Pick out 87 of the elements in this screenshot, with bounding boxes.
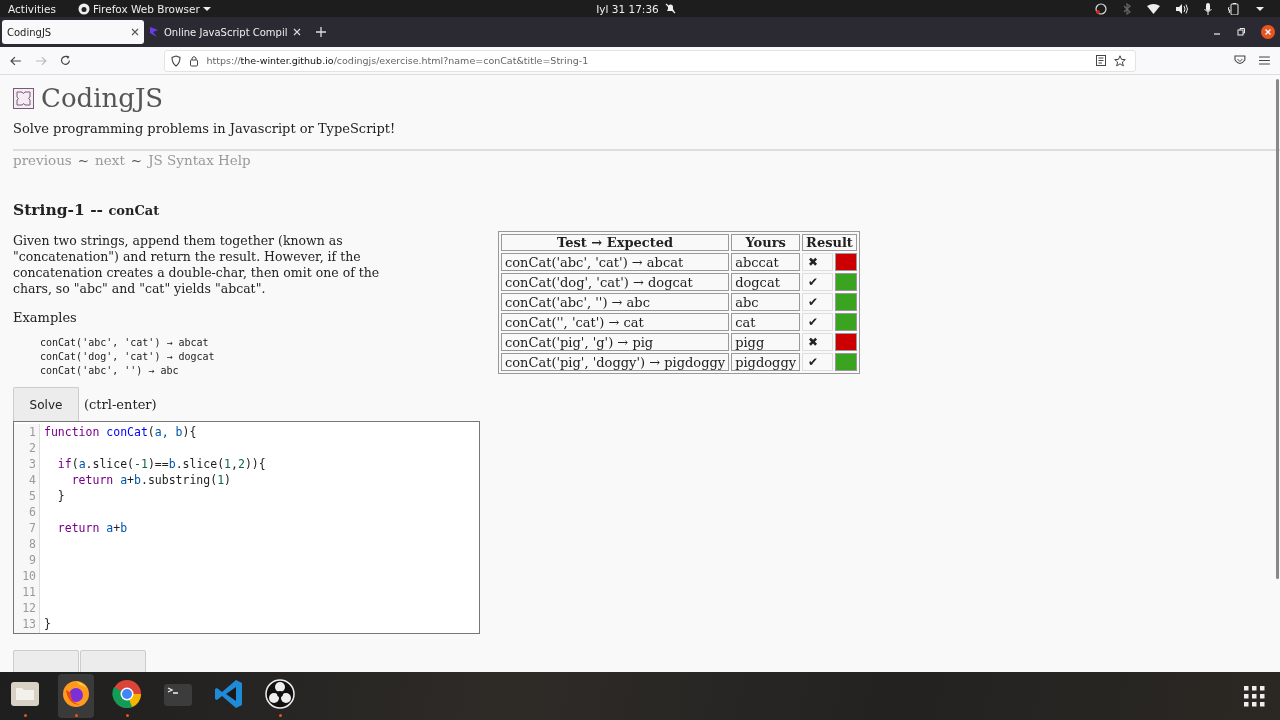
- bell-muted-icon: [664, 3, 676, 14]
- browser-tab[interactable]: CodingJS: [2, 20, 144, 44]
- line-number: 12: [21, 600, 36, 616]
- result-mark: ✔: [802, 313, 833, 331]
- line-number: 10: [21, 568, 36, 584]
- line-number: 9: [28, 552, 36, 568]
- battery-icon[interactable]: [1228, 2, 1240, 15]
- result-mark: ✔: [802, 293, 833, 311]
- code-line: }: [44, 616, 52, 632]
- result-mark: ✖: [802, 253, 833, 271]
- line-number: 3: [28, 456, 36, 472]
- column-header: Result: [802, 234, 857, 251]
- problem-description: Given two strings, append them together (known as "concatenation") and return the result. However, if the concatenation creates a double-char, then omit one of the chars, so "abc" and "cat" yields "abcat".: [13, 233, 381, 297]
- table-cell: conCat('abc', 'cat') → abcat: [501, 253, 730, 271]
- table-cell: cat: [731, 313, 801, 331]
- example-line: conCat('abc', 'cat') → abcat: [40, 336, 210, 350]
- app-grid-icon[interactable]: [1244, 685, 1265, 707]
- caret-icon[interactable]: [1256, 5, 1264, 12]
- app-menu[interactable]: Firefox Web Browser: [77, 2, 211, 15]
- lock-icon[interactable]: [188, 54, 199, 67]
- site-icon: [149, 26, 159, 38]
- separator: ~: [130, 152, 143, 168]
- browser-tab[interactable]: Online JavaScript Compil: [144, 20, 306, 44]
- shortcut-hint: (ctrl-enter): [84, 396, 157, 412]
- reload-icon[interactable]: [59, 55, 71, 66]
- code-editor[interactable]: 1 2 3 4 5 6 7 8 9 10 11 12 13 function conCat(a, b){ if(a.slice(-1)==b.slice(1,2)){ return a+b.substring(1) } return a+b }: [13, 421, 480, 634]
- puzzle-logo-icon: [13, 87, 34, 109]
- shield-icon[interactable]: [170, 54, 181, 67]
- site-title: CodingJS: [41, 83, 164, 113]
- table-cell: abc: [731, 293, 801, 311]
- wifi-icon[interactable]: [1147, 3, 1160, 14]
- table-cell: pigdoggy: [731, 353, 801, 371]
- result-mark: ✖: [802, 333, 833, 351]
- tagline: Solve programming problems in Javascript or TypeScript!: [13, 121, 397, 136]
- table-cell: pigg: [731, 333, 801, 351]
- code-line: return a+b.substring(1): [70, 472, 233, 488]
- activities-button[interactable]: Activities: [8, 2, 56, 15]
- table-cell: conCat('pig', 'doggy') → pigdoggy: [501, 353, 730, 371]
- table-cell: conCat('', 'cat') → cat: [501, 313, 730, 331]
- table-cell: conCat('pig', 'g') → pig: [501, 333, 730, 351]
- scrollbar[interactable]: [1276, 79, 1279, 579]
- solve-button[interactable]: Solve: [13, 387, 79, 421]
- result-mark: ✔: [802, 353, 833, 371]
- bluetooth-icon[interactable]: [1123, 2, 1131, 15]
- address-bar[interactable]: https://the-winter.github.io/codingjs/exercise.html?name=conCat&title=String-1: [163, 49, 1137, 72]
- line-number: 11: [21, 584, 36, 600]
- table-cell: abccat: [731, 253, 801, 271]
- menu-icon[interactable]: [1259, 56, 1270, 65]
- line-number: 1: [28, 424, 36, 440]
- table-cell: conCat('dog', 'cat') → dogcat: [501, 273, 730, 291]
- line-number: 13: [21, 616, 36, 632]
- star-icon[interactable]: [1114, 54, 1127, 67]
- tab-title: CodingJS: [7, 26, 53, 38]
- url-text: https://the-winter.github.io/codingjs/exercise.html?name=conCat&title=String-1: [206, 55, 589, 66]
- line-number: 6: [28, 504, 36, 520]
- code-line: }: [56, 488, 66, 504]
- close-icon[interactable]: [1261, 25, 1275, 39]
- line-number: 2: [28, 440, 36, 456]
- result-mark: ✔: [802, 273, 833, 291]
- restore-icon[interactable]: [1237, 28, 1245, 36]
- tab-title: Online JavaScript Compil: [164, 26, 288, 38]
- close-icon[interactable]: [131, 28, 139, 36]
- code-line: if(a.slice(-1)==b.slice(1,2)){: [56, 456, 266, 472]
- code-line: return a+b: [56, 520, 129, 536]
- back-icon[interactable]: [10, 55, 22, 66]
- exercise-title: String-1 -- conCat: [13, 200, 161, 219]
- new-tab-icon[interactable]: [315, 27, 326, 37]
- example-line: conCat('dog', 'cat') → dogcat: [40, 350, 216, 364]
- line-number: 8: [28, 536, 36, 552]
- column-header: Test → Expected: [501, 234, 730, 251]
- reader-view-icon[interactable]: [1096, 55, 1107, 66]
- separator: ~: [77, 152, 90, 168]
- volume-icon[interactable]: [1176, 3, 1188, 14]
- pocket-icon[interactable]: [1234, 55, 1247, 66]
- line-number: 5: [28, 488, 36, 504]
- table-cell: conCat('abc', '') → abc: [501, 293, 730, 311]
- examples-label: Examples: [13, 310, 78, 325]
- microphone-icon[interactable]: [1204, 2, 1212, 15]
- line-number: 4: [28, 472, 36, 488]
- indicator-icon[interactable]: [1095, 2, 1107, 15]
- clock[interactable]: Iyl 31 17:36: [596, 2, 659, 15]
- line-number: 7: [28, 520, 36, 536]
- code-line: function conCat(a, b){: [44, 424, 198, 440]
- example-line: conCat('abc', '') → abc: [40, 364, 180, 378]
- column-header: Yours: [731, 234, 801, 251]
- caret-icon: [202, 5, 211, 12]
- table-cell: dogcat: [731, 273, 801, 291]
